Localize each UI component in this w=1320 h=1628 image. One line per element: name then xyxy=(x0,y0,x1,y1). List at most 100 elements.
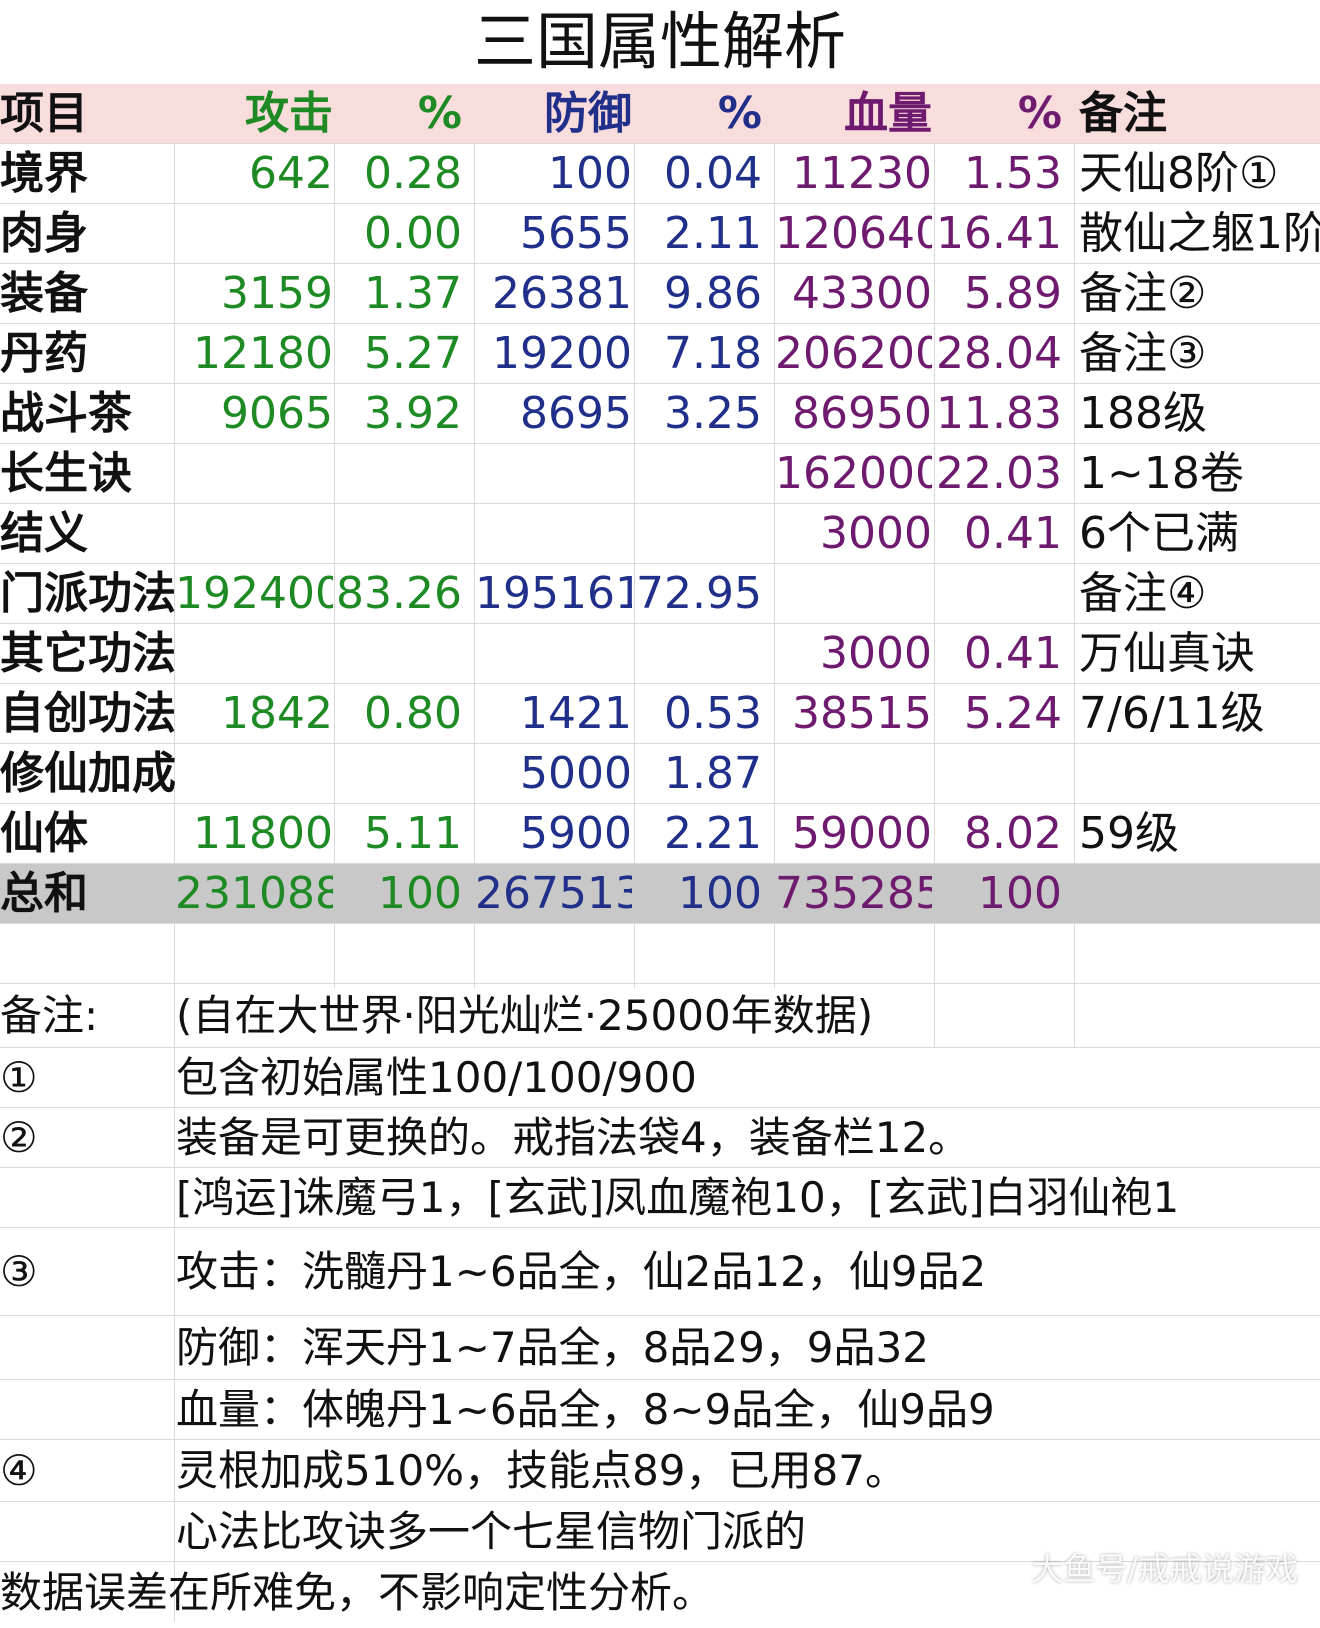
cell-atk: 192400 xyxy=(175,568,333,619)
cell-hp: 43300 xyxy=(792,268,932,319)
cell-note: 7/6/11级 xyxy=(1079,688,1265,739)
note-text: 血量：体魄丹1~6品全，8~9品全，仙9品9 xyxy=(176,1385,995,1434)
note-mark: ② xyxy=(0,1113,38,1162)
cell-name: 丹药 xyxy=(0,328,88,379)
table-row: 境界 642 0.28 100 0.04 11230 1.53 天仙8阶① xyxy=(0,144,1320,204)
cell-def-pct: 0.53 xyxy=(664,688,762,739)
table-row: 装备 3159 1.37 26381 9.86 43300 5.89 备注② xyxy=(0,264,1320,324)
total-attack: 231088 xyxy=(175,868,333,919)
header-note: 备注 xyxy=(1079,88,1167,139)
cell-def-pct: 9.86 xyxy=(664,268,762,319)
note-text: 装备是可更换的。戒指法袋4，装备栏12。 xyxy=(176,1113,971,1162)
cell-def: 5655 xyxy=(520,208,632,259)
note-mark: ④ xyxy=(0,1446,38,1495)
table-row: 战斗茶 9065 3.92 8695 3.25 86950 11.83 188级 xyxy=(0,384,1320,444)
cell-hp xyxy=(775,744,932,804)
notes-source: (自在大世界·阳光灿烂·25000年数据) xyxy=(176,991,874,1040)
table-row: 门派功法 192400 83.26 195161 72.95 备注④ xyxy=(0,564,1320,624)
note-item: ③ 攻击：洗髓丹1~6品全，仙2品12，仙9品2 xyxy=(0,1228,1320,1316)
cell-atk-pct: 3.92 xyxy=(364,388,462,439)
cell-hp-pct xyxy=(935,744,1062,804)
table-row: 仙体 11800 5.11 5900 2.21 59000 8.02 59级 xyxy=(0,804,1320,864)
cell-name: 结义 xyxy=(0,508,88,559)
cell-atk xyxy=(175,204,333,264)
cell-atk: 1842 xyxy=(221,688,333,739)
cell-atk-pct xyxy=(335,744,462,804)
table-row: 其它功法 3000 0.41 万仙真诀 xyxy=(0,624,1320,684)
note-item: 防御：浑天丹1~7品全，8品29，9品32 xyxy=(0,1316,1320,1380)
note-text: 攻击：洗髓丹1~6品全，仙2品12，仙9品2 xyxy=(176,1247,987,1296)
note-text: 包含初始属性100/100/900 xyxy=(176,1053,697,1102)
footer-text: 数据误差在所难免，不影响定性分析。 xyxy=(0,1568,715,1617)
total-row: 总和 231088 100 267513 100 735285 100 xyxy=(0,864,1320,924)
note-item: ④ 灵根加成510%，技能点89，已用87。 xyxy=(0,1440,1320,1502)
cell-def-pct: 3.25 xyxy=(664,388,762,439)
cell-note: 备注④ xyxy=(1079,568,1207,619)
cell-hp-pct: 5.24 xyxy=(964,688,1062,739)
watermark: 大鱼号/戒戒说游戏 xyxy=(1031,1550,1298,1588)
header-defense-pct: % xyxy=(717,88,762,139)
cell-name: 仙体 xyxy=(0,808,88,859)
cell-hp-pct: 1.53 xyxy=(964,148,1062,199)
cell-hp: 38515 xyxy=(792,688,932,739)
cell-hp-pct: 16.41 xyxy=(936,208,1062,259)
cell-def: 5900 xyxy=(520,808,632,859)
cell-def: 5000 xyxy=(520,748,632,799)
empty-row xyxy=(0,924,1320,984)
table-header: 项目 攻击 % 防御 % 血量 % 备注 xyxy=(0,84,1320,144)
cell-hp: 11230 xyxy=(792,148,932,199)
cell-def: 19200 xyxy=(492,328,632,379)
total-defense: 267513 xyxy=(475,868,632,919)
note-text: 心法比攻诀多一个七星信物门派的 xyxy=(176,1507,807,1556)
cell-def xyxy=(475,504,632,564)
cell-hp-pct: 0.41 xyxy=(964,508,1062,559)
table-row: 长生诀 162000 22.03 1~18卷 xyxy=(0,444,1320,504)
cell-hp: 3000 xyxy=(820,628,932,679)
cell-note: 天仙8阶① xyxy=(1079,148,1279,199)
cell-hp: 206200 xyxy=(775,328,932,379)
notes-label: 备注: xyxy=(0,991,99,1040)
cell-name: 肉身 xyxy=(0,208,88,259)
cell-def: 26381 xyxy=(492,268,632,319)
cell-def-pct: 2.21 xyxy=(664,808,762,859)
table-row: 自创功法 1842 0.80 1421 0.53 38515 5.24 7/6/11级 xyxy=(0,684,1320,744)
table-row: 修仙加成 5000 1.87 xyxy=(0,744,1320,804)
cell-name: 门派功法 xyxy=(0,568,175,619)
table-row: 丹药 12180 5.27 19200 7.18 206200 28.04 备注③ xyxy=(0,324,1320,384)
total-hp: 735285 xyxy=(775,868,932,919)
cell-name: 境界 xyxy=(0,148,88,199)
note-text: 灵根加成510%，技能点89，已用87。 xyxy=(176,1446,907,1495)
cell-note: 备注③ xyxy=(1079,328,1207,379)
cell-hp: 162000 xyxy=(775,448,932,499)
cell-def xyxy=(475,624,632,684)
cell-atk-pct: 1.37 xyxy=(364,268,462,319)
header-attack-pct: % xyxy=(417,88,462,139)
table-row: 肉身 0.00 5655 2.11 120640 16.41 散仙之躯1阶 xyxy=(0,204,1320,264)
cell-hp: 86950 xyxy=(792,388,932,439)
cell-note: 备注② xyxy=(1079,268,1207,319)
cell-def: 8695 xyxy=(520,388,632,439)
cell-name: 修仙加成 xyxy=(0,748,175,799)
total-hp-pct: 100 xyxy=(978,868,1062,919)
cell-atk xyxy=(175,504,333,564)
note-mark: ③ xyxy=(0,1247,38,1296)
page-title: 三国属性解析 xyxy=(473,5,846,78)
cell-atk xyxy=(175,444,333,504)
cell-def: 195161 xyxy=(475,568,632,619)
cell-hp-pct: 0.41 xyxy=(964,628,1062,679)
cell-atk-pct: 83.26 xyxy=(336,568,462,619)
cell-atk-pct: 0.00 xyxy=(364,208,462,259)
note-mark: ① xyxy=(0,1053,38,1102)
cell-atk: 12180 xyxy=(193,328,333,379)
cell-atk-pct: 0.28 xyxy=(364,148,462,199)
header-item: 项目 xyxy=(0,88,88,139)
header-hp-pct: % xyxy=(1017,88,1062,139)
cell-hp-pct: 28.04 xyxy=(936,328,1062,379)
note-text: 防御：浑天丹1~7品全，8品29，9品32 xyxy=(176,1323,929,1372)
cell-atk: 3159 xyxy=(221,268,333,319)
cell-def-pct xyxy=(635,444,762,504)
cell-name: 其它功法 xyxy=(0,628,175,679)
note-item: ② 装备是可更换的。戒指法袋4，装备栏12。 xyxy=(0,1108,1320,1168)
cell-atk: 11800 xyxy=(193,808,333,859)
cell-note: 188级 xyxy=(1079,388,1207,439)
